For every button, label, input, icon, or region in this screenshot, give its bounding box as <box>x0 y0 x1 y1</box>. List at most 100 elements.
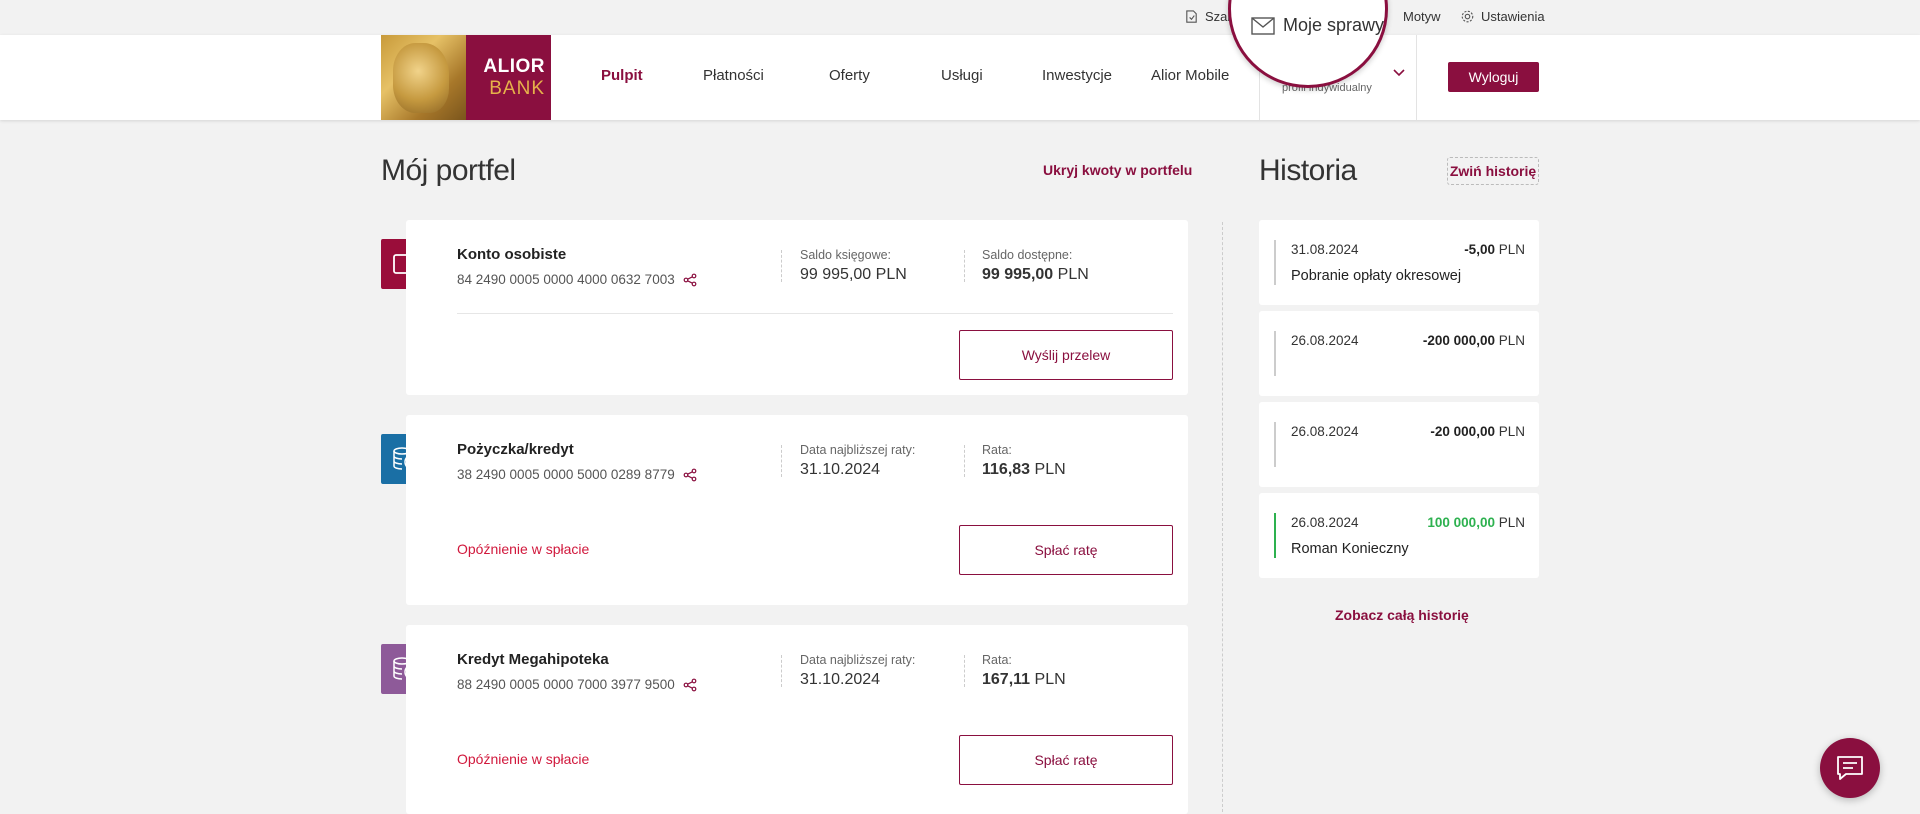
history-item[interactable]: 26.08.2024 -20 000,00 PLN <box>1259 402 1539 487</box>
installment-label: Rata: <box>982 443 1012 457</box>
send-transfer-button[interactable]: Wyślij przelew <box>959 330 1173 380</box>
history-date: 26.08.2024 <box>1291 515 1359 530</box>
separator <box>964 655 965 687</box>
product-card-account[interactable]: Konto osobiste 84 2490 0005 0000 4000 06… <box>406 220 1188 395</box>
history-indicator <box>1274 422 1276 467</box>
hide-amounts-link[interactable]: Ukryj kwoty w portfelu <box>1043 162 1192 178</box>
alior-bank-logo[interactable]: ALIOR BANK <box>381 35 551 120</box>
history-currency: PLN <box>1498 242 1525 257</box>
history-amount: -200 000,00 PLN <box>1423 333 1525 348</box>
next-installment-date-value: 31.10.2024 <box>800 671 881 688</box>
logo-line1: ALIOR <box>483 55 545 77</box>
share-icon[interactable] <box>683 273 697 287</box>
pay-installment-button[interactable]: Spłać ratę <box>959 525 1173 575</box>
my-cases-link[interactable]: Moje sprawy <box>1251 15 1384 36</box>
nav-platnosci[interactable]: Płatności <box>703 67 764 84</box>
next-installment-date-label: Data najbliższej raty: <box>800 443 916 457</box>
templates-link[interactable]: Szab <box>1184 9 1235 24</box>
see-all-history-link[interactable]: Zobacz całą historię <box>1335 607 1469 623</box>
product-name: Pożyczka/kredyt <box>457 441 574 458</box>
available-balance-value: 99 995,00 PLN <box>982 266 1089 284</box>
booked-balance-amount: 99 995,00 <box>800 266 872 283</box>
booked-balance-label: Saldo księgowe: <box>800 248 892 262</box>
available-balance-currency: PLN <box>1057 266 1089 283</box>
account-number: 84 2490 0005 0000 4000 0632 7003 <box>457 272 697 287</box>
chat-icon <box>1837 756 1863 780</box>
product-card-loan[interactable]: Pożyczka/kredyt 38 2490 0005 0000 5000 0… <box>406 415 1188 605</box>
history-indicator <box>1274 240 1276 285</box>
booked-balance-currency: PLN <box>875 266 907 283</box>
portfolio-title: Mój portfel <box>381 154 516 187</box>
installment-currency: PLN <box>1034 461 1066 478</box>
next-installment-date-label: Data najbliższej raty: <box>800 653 916 667</box>
logout-button[interactable]: Wyloguj <box>1448 62 1539 92</box>
settings-link[interactable]: Ustawienia <box>1460 9 1545 24</box>
separator <box>964 250 965 282</box>
templates-icon <box>1186 10 1197 23</box>
history-date: 26.08.2024 <box>1291 424 1359 439</box>
collapse-history-button[interactable]: Zwiń historię <box>1447 157 1539 185</box>
settings-label: Ustawienia <box>1481 9 1545 24</box>
nav-uslugi[interactable]: Usługi <box>941 67 983 84</box>
share-icon[interactable] <box>683 678 697 692</box>
envelope-icon <box>1251 16 1275 35</box>
utility-bar: Szab Motyw Ustawienia <box>0 0 1920 35</box>
history-amount: 100 000,00 PLN <box>1427 515 1525 530</box>
history-description: Pobranie opłaty okresowej <box>1291 268 1462 284</box>
separator <box>781 250 782 282</box>
history-amount-value: -20 000,00 <box>1430 424 1495 439</box>
pay-installment-button[interactable]: Spłać ratę <box>959 735 1173 785</box>
product-name: Kredyt Megahipoteka <box>457 651 609 668</box>
history-item[interactable]: 31.08.2024 -5,00 PLN Pobranie opłaty okr… <box>1259 220 1539 305</box>
logo-wordmark: ALIOR BANK <box>466 35 551 120</box>
history-item[interactable]: 26.08.2024 100 000,00 PLN Roman Konieczn… <box>1259 493 1539 578</box>
logo-line2: BANK <box>489 77 545 99</box>
account-number: 88 2490 0005 0000 7000 3977 9500 <box>457 677 697 692</box>
nav-alior-mobile[interactable]: Alior Mobile <box>1151 67 1229 84</box>
history-currency: PLN <box>1498 515 1525 530</box>
history-description: Roman Konieczny <box>1291 541 1409 557</box>
account-number-text: 38 2490 0005 0000 5000 0289 8779 <box>457 467 675 482</box>
history-currency: PLN <box>1498 333 1525 348</box>
history-indicator <box>1274 331 1276 376</box>
available-balance-amount: 99 995,00 <box>982 266 1054 283</box>
installment-value: 167,11 PLN <box>982 671 1066 689</box>
account-number-text: 84 2490 0005 0000 4000 0632 7003 <box>457 272 675 287</box>
history-currency: PLN <box>1498 424 1525 439</box>
nav-inwestycje[interactable]: Inwestycje <box>1042 67 1112 84</box>
installment-amount: 116,83 <box>982 461 1031 478</box>
theme-link[interactable]: Motyw <box>1403 9 1441 24</box>
installment-label: Rata: <box>982 653 1012 667</box>
logo-emblem <box>381 35 466 120</box>
history-amount-value: -5,00 <box>1464 242 1495 257</box>
card-divider <box>457 313 1173 314</box>
history-amount-value: -200 000,00 <box>1422 333 1495 348</box>
chevron-down-icon <box>1393 69 1405 77</box>
theme-label: Motyw <box>1403 9 1441 24</box>
share-icon[interactable] <box>683 468 697 482</box>
product-card-mortgage[interactable]: Kredyt Megahipoteka 88 2490 0005 0000 70… <box>406 625 1188 814</box>
installment-amount: 167,11 <box>982 671 1031 688</box>
history-item[interactable]: 26.08.2024 -200 000,00 PLN <box>1259 311 1539 396</box>
product-name: Konto osobiste <box>457 246 567 263</box>
available-balance-label: Saldo dostępne: <box>982 248 1073 262</box>
gear-icon <box>1461 10 1474 23</box>
column-divider <box>1222 222 1223 814</box>
installment-value: 116,83 PLN <box>982 461 1066 479</box>
my-cases-label: Moje sprawy <box>1283 15 1385 35</box>
next-installment-date-value: 31.10.2024 <box>800 461 881 478</box>
nav-pulpit[interactable]: Pulpit <box>601 67 643 84</box>
history-indicator <box>1274 513 1276 558</box>
history-date: 26.08.2024 <box>1291 333 1359 348</box>
main-header: ALIOR BANK Pulpit Płatności Oferty Usług… <box>0 35 1920 120</box>
nav-oferty[interactable]: Oferty <box>829 67 870 84</box>
chat-button[interactable] <box>1820 738 1880 798</box>
payment-delay-status: Opóźnienie w spłacie <box>457 541 590 557</box>
payment-delay-status: Opóźnienie w spłacie <box>457 751 590 767</box>
separator <box>781 655 782 687</box>
separator <box>781 445 782 477</box>
booked-balance-value: 99 995,00 PLN <box>800 266 907 284</box>
account-number-text: 88 2490 0005 0000 7000 3977 9500 <box>457 677 675 692</box>
history-title: Historia <box>1259 154 1357 187</box>
history-amount: -5,00 PLN <box>1464 242 1525 257</box>
